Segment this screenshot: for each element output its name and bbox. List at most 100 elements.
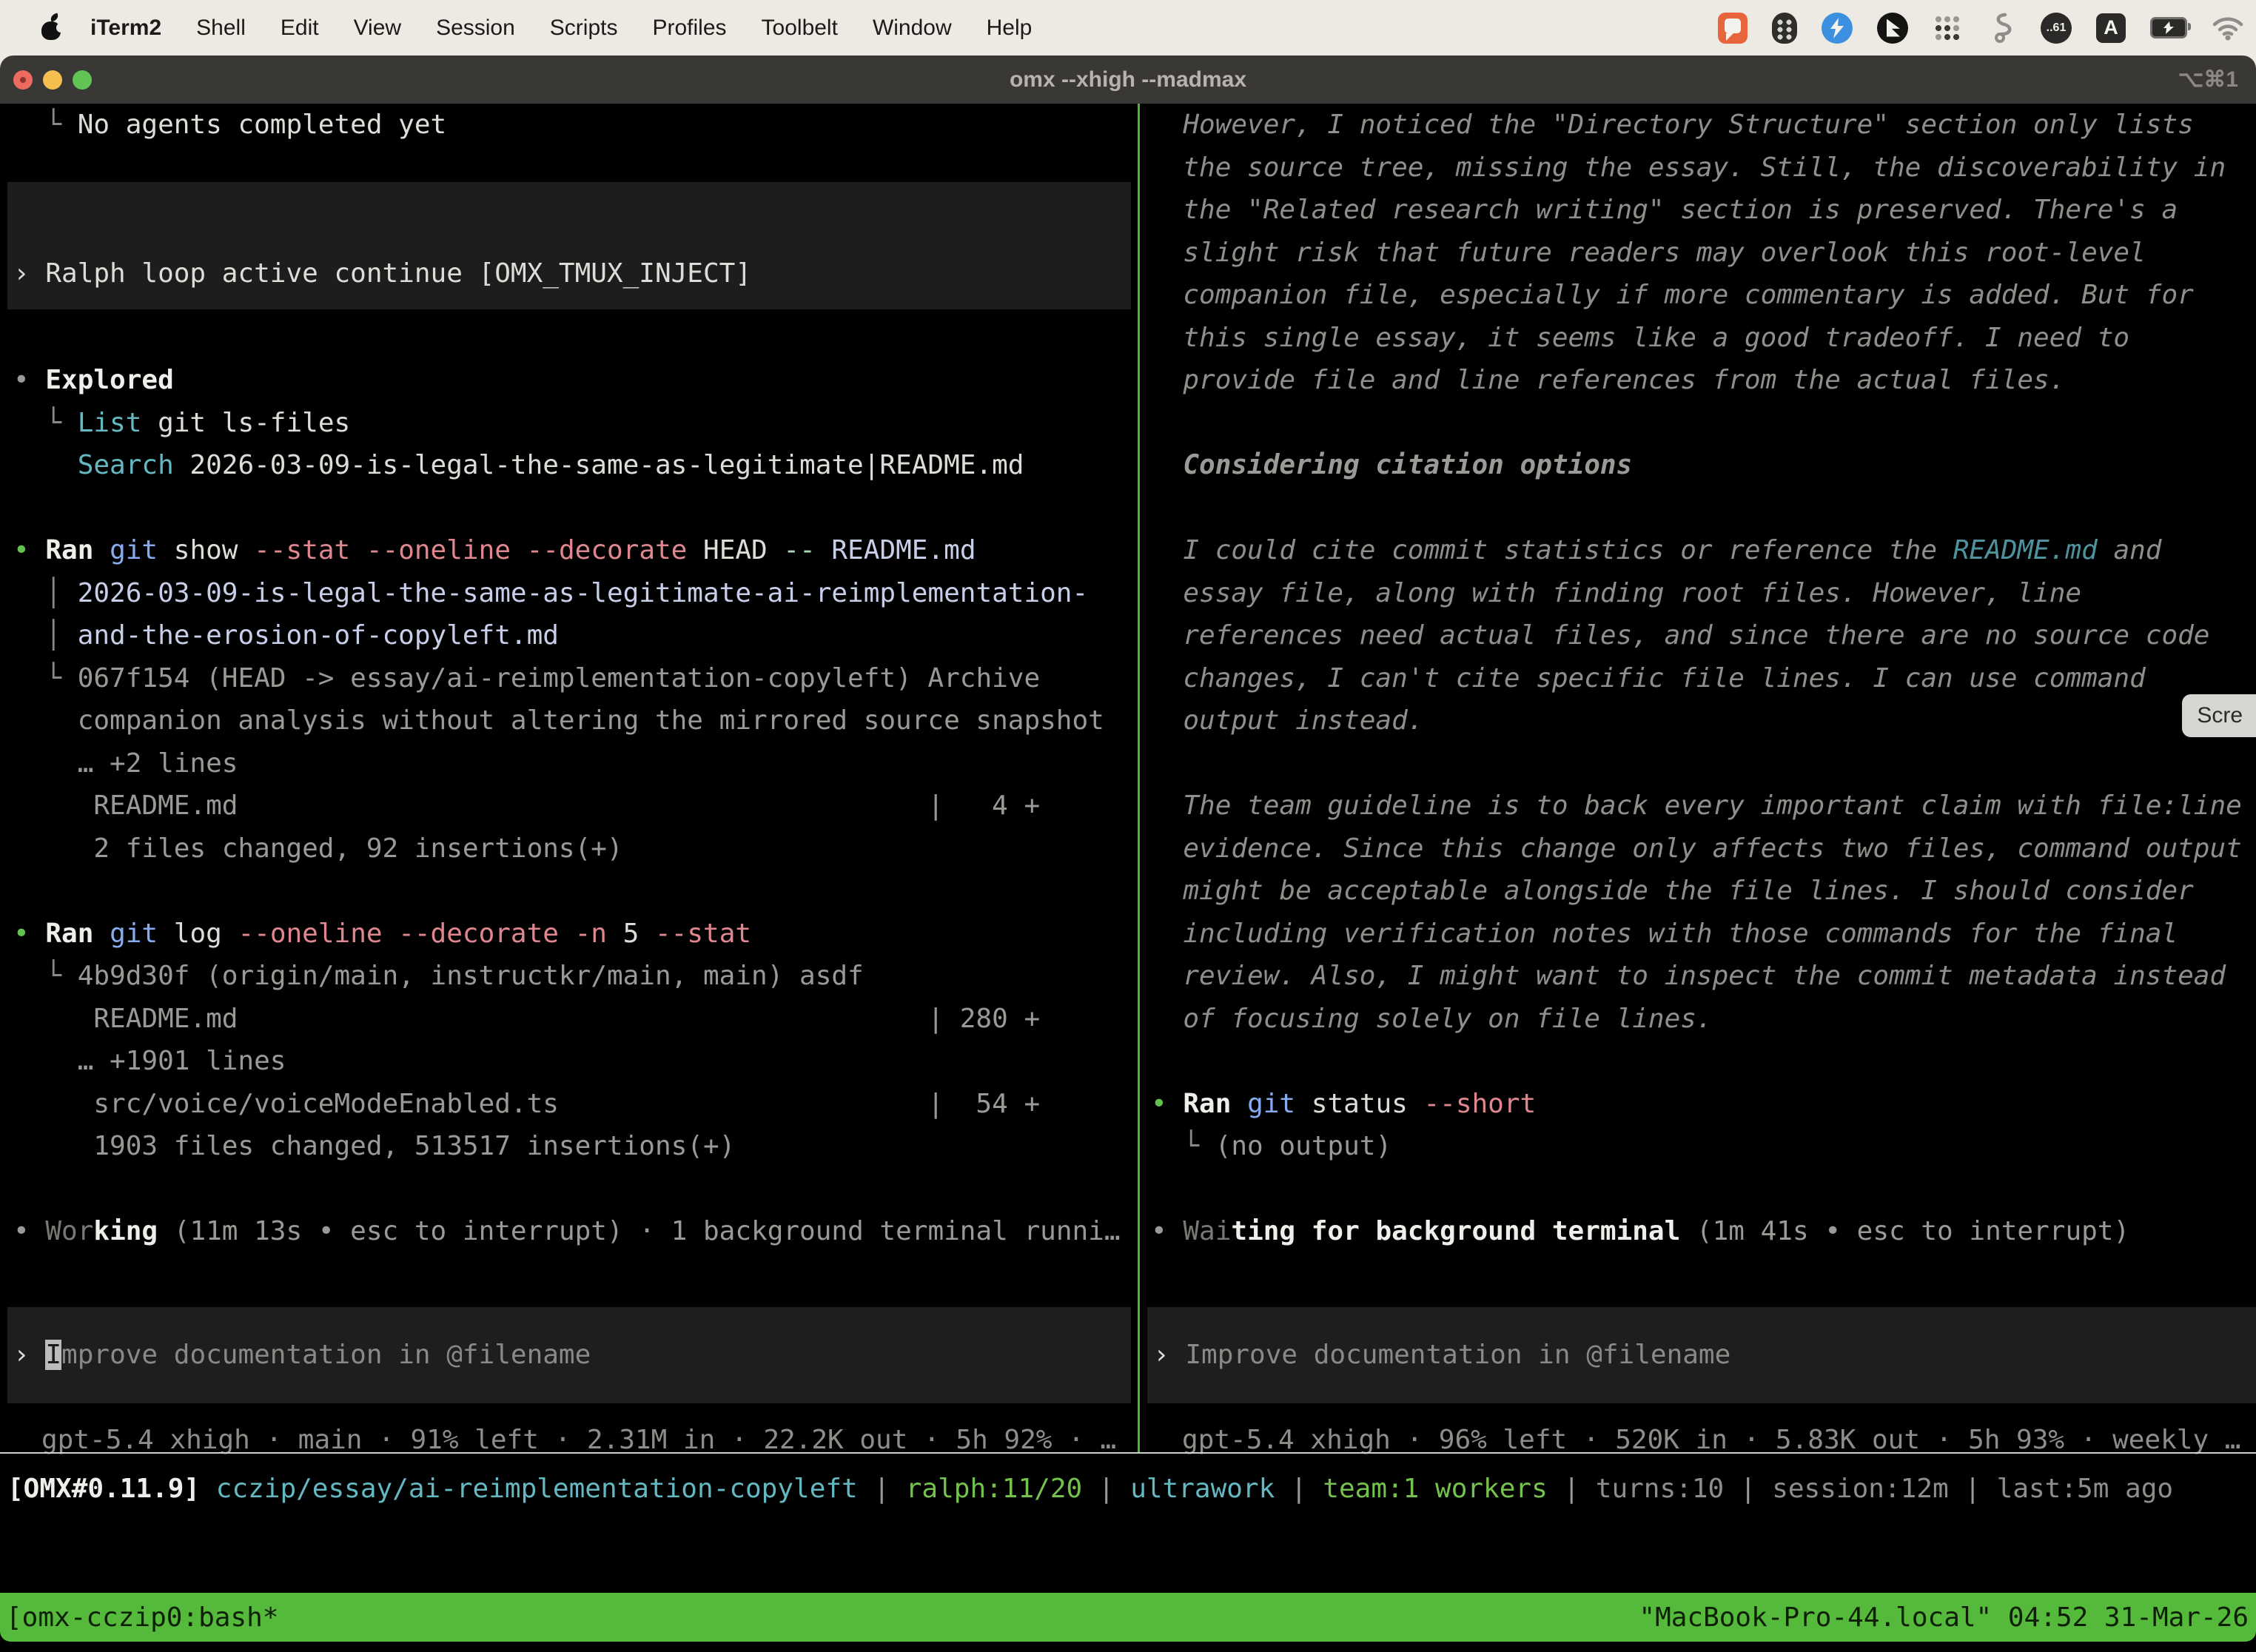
term-segment: │ xyxy=(13,578,78,608)
input-source-icon[interactable]: A xyxy=(2096,13,2126,43)
term-segment: No agents completed yet xyxy=(78,110,447,140)
menu-item-help[interactable]: Help xyxy=(987,16,1033,41)
term-line: essay file, along with finding root file… xyxy=(1151,572,2256,615)
menu-item-shell[interactable]: Shell xyxy=(196,16,246,41)
right-prompt-input[interactable]: › Improve documentation in @filename xyxy=(1147,1307,2256,1403)
term-segment: └ xyxy=(1151,1131,1215,1161)
term-line: 2 files changed, 92 insertions(+) xyxy=(13,827,1132,870)
term-line: README.md | 4 + xyxy=(13,785,1132,827)
left-prompt-input[interactable]: › Improve documentation in @filename xyxy=(7,1307,1131,1403)
wifi-icon[interactable] xyxy=(2212,16,2244,41)
term-segment: … +2 lines xyxy=(13,748,238,779)
menu-item-toolbelt[interactable]: Toolbelt xyxy=(762,16,838,41)
menu-item-edit[interactable]: Edit xyxy=(281,16,319,41)
term-segment: session:12m xyxy=(1772,1474,1948,1504)
term-line: might be acceptable alongside the file l… xyxy=(1151,870,2256,913)
term-line: … +2 lines xyxy=(13,742,1132,785)
term-line: gpt-5.4 xhigh · main · 91% left · 2.31M … xyxy=(41,1419,1131,1462)
term-line: companion analysis without altering the … xyxy=(13,699,1132,742)
term-line: │ and-the-erosion-of-copyleft.md xyxy=(13,614,1132,657)
term-segment: Search xyxy=(78,450,174,480)
term-segment: evidence. Since this change only affects… xyxy=(1151,833,2242,864)
menu-item-iterm2[interactable]: iTerm2 xyxy=(90,16,161,41)
term-segment: └ xyxy=(13,110,78,140)
term-line: slight risk that future readers may over… xyxy=(1151,232,2256,275)
apple-menu-icon[interactable] xyxy=(41,16,61,40)
term-line: • Working (11m 13s • esc to interrupt) ·… xyxy=(13,1210,1132,1253)
term-line: this single essay, it seems like a good … xyxy=(1151,317,2256,360)
menu-item-profiles[interactable]: Profiles xyxy=(652,16,726,41)
chat-app-icon[interactable] xyxy=(1718,13,1748,44)
term-segment: git xyxy=(1231,1089,1295,1119)
menu-item-view[interactable]: View xyxy=(354,16,401,41)
term-segment: └ xyxy=(13,663,78,694)
battery-bolt-glyph xyxy=(2163,21,2174,34)
term-segment: | xyxy=(858,1474,906,1504)
term-segment: › xyxy=(13,1340,45,1370)
term-line xyxy=(13,189,1132,232)
menubar-status-icons: ..61 A xyxy=(1718,12,2244,44)
term-segment: team:1 workers xyxy=(1323,1474,1547,1504)
term-segment: [OMX#0.11.9] xyxy=(7,1474,216,1504)
menu-items: Shell Edit View Session Scripts Profiles Toolb… xyxy=(161,16,1032,41)
term-line xyxy=(13,1168,1132,1211)
pane-divider[interactable] xyxy=(1138,104,1140,1453)
window-titlebar[interactable]: omx --xhigh --madmax ⌥⌘1 xyxy=(0,56,2256,104)
screen: iTerm2 Shell Edit View Session Scripts Profil… xyxy=(0,0,2256,1652)
term-segment: of focusing solely on file lines. xyxy=(1151,1004,1713,1034)
menu-item-window[interactable]: Window xyxy=(873,16,952,41)
term-segment: | xyxy=(1949,1474,1997,1504)
term-line: including verification notes with those … xyxy=(1151,913,2256,956)
term-segment: 1903 files changed, 513517 insertions(+) xyxy=(13,1131,735,1161)
right-pane-output: However, I noticed the "Directory Struct… xyxy=(1151,104,2256,1253)
horizontal-divider xyxy=(0,1452,2256,1454)
term-segment: git ls-files xyxy=(141,408,350,438)
term-line: └ No agents completed yet xyxy=(13,104,1132,147)
term-line xyxy=(13,317,1132,360)
dots-grid-icon[interactable] xyxy=(1933,13,1962,43)
term-segment: Ran xyxy=(45,535,93,565)
term-segment: Wai xyxy=(1183,1216,1231,1246)
lightning-badge-icon[interactable] xyxy=(1822,13,1853,44)
term-segment: HEAD xyxy=(687,535,767,565)
term-line: └ 4b9d30f (origin/main, instructkr/main,… xyxy=(13,955,1132,998)
terminal[interactable]: └ No agents completed yet› Ralph loop ac… xyxy=(0,104,2256,1652)
term-line xyxy=(13,487,1132,530)
battery-icon[interactable] xyxy=(2150,17,2187,38)
term-segment: • xyxy=(13,365,45,395)
term-segment: --stat xyxy=(639,919,751,949)
menu-item-session[interactable]: Session xyxy=(436,16,515,41)
battery-count-icon[interactable]: ..61 xyxy=(2041,13,2072,44)
term-segment: provide file and line references from th… xyxy=(1151,365,2065,395)
term-segment: └ xyxy=(13,408,78,438)
term-segment: I could cite commit statistics or refere… xyxy=(1151,535,1953,565)
window-title: omx --xhigh --madmax xyxy=(0,67,2256,93)
menu-item-scripts[interactable]: Scripts xyxy=(550,16,618,41)
term-segment: Wor xyxy=(45,1216,93,1246)
hook-icon[interactable] xyxy=(1987,12,2016,44)
term-line: review. Also, I might want to inspect th… xyxy=(1151,955,2256,998)
term-segment: The team guideline is to back every impo… xyxy=(1151,790,2242,821)
tmux-session-label: [omx-cczip0:bash* xyxy=(6,1602,278,1633)
term-line: └ List git ls-files xyxy=(13,402,1132,445)
term-line: changes, I can't cite specific file line… xyxy=(1151,657,2256,700)
term-segment: src/voice/voiceModeEnabled.ts | 54 + xyxy=(13,1089,1040,1119)
term-line: 1903 files changed, 513517 insertions(+) xyxy=(13,1125,1132,1168)
term-segment: Improve documentation in @filename xyxy=(1185,1340,1730,1370)
shield-grid-icon[interactable] xyxy=(1772,13,1797,44)
term-segment: | xyxy=(1548,1474,1596,1504)
term-segment: │ xyxy=(13,620,78,651)
term-segment: gpt-5.4 xhigh · main · 91% left · 2.31M … xyxy=(41,1425,1116,1455)
term-line: the source tree, missing the essay. Stil… xyxy=(1151,147,2256,189)
term-segment: including verification notes with those … xyxy=(1151,919,2178,949)
term-line xyxy=(1151,1040,2256,1083)
screen-share-tooltip: Scre xyxy=(2182,694,2256,737)
keynote-icon[interactable] xyxy=(1877,13,1908,44)
term-segment: changes, I can't cite specific file line… xyxy=(1151,663,2146,694)
term-segment: Ran xyxy=(1183,1089,1231,1119)
term-segment: Ran xyxy=(45,919,93,949)
term-line: • Ran git status --short xyxy=(1151,1083,2256,1126)
term-segment: ralph:11/20 xyxy=(906,1474,1082,1504)
bolt-glyph xyxy=(1827,17,1847,39)
term-segment: 2 files changed, 92 insertions(+) xyxy=(13,833,623,864)
